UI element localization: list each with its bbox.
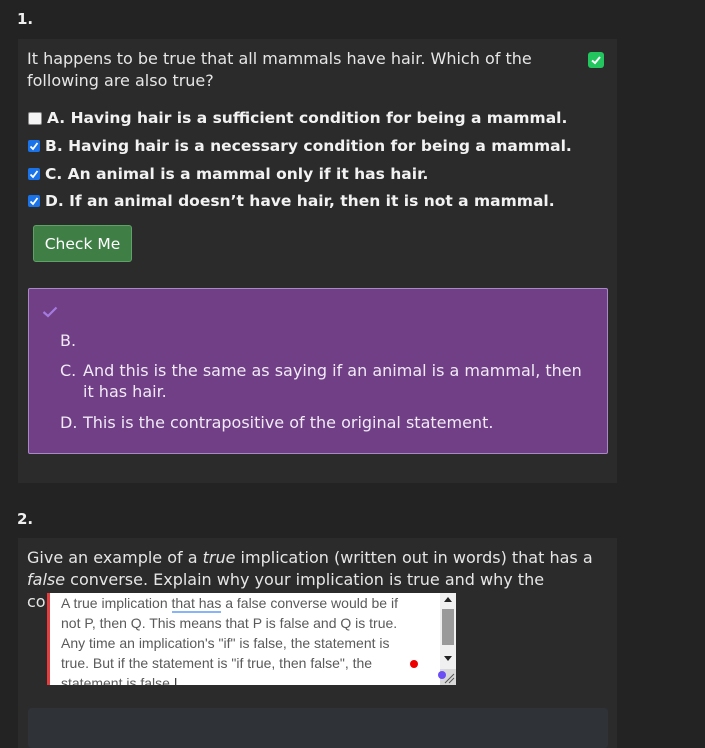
option-label: D. If an animal doesn’t have hair, then … [45,192,555,210]
checkmark-icon [591,56,601,65]
scroll-up-icon[interactable] [444,597,452,602]
question-number: 1. [17,10,34,28]
checkbox-b[interactable] [28,140,40,152]
scrollbar-thumb[interactable] [442,609,454,645]
answer-textarea[interactable]: A true implication that has a false conv… [47,593,456,685]
option-a[interactable]: A. Having hair is a sufficient condition… [28,109,567,127]
prompt-emphasis: false [27,570,66,589]
option-c[interactable]: C. An animal is a mammal only if it has … [28,165,428,183]
checkmark-icon [42,306,58,318]
option-label: C. An animal is a mammal only if it has … [45,165,429,183]
correct-badge [588,52,604,68]
feedback-text: This is the contrapositive of the origin… [83,413,494,432]
answer-segment: A true implication [61,595,172,611]
feedback-letter: D. [60,413,78,432]
recording-indicator-icon [410,660,418,668]
option-label: B. Having hair is a necessary condition … [45,137,572,155]
question-number: 2. [17,510,34,528]
option-d[interactable]: D. If an animal doesn’t have hair, then … [28,192,555,210]
check-me-button[interactable]: Check Me [33,225,132,262]
checkbox-a[interactable] [28,111,42,125]
checkbox-c[interactable] [28,168,40,180]
checkbox-d[interactable] [28,195,40,207]
feedback-panel: B. C. And this is the same as saying if … [28,288,608,454]
prompt-emphasis: true [202,548,236,567]
text-cursor: | [173,675,178,685]
feedback-letter: B. [60,331,77,350]
scroll-down-icon[interactable] [444,656,452,661]
feedback-text: And this is the same as saying if an ani… [83,361,582,401]
feedback-letter: C. [60,361,77,380]
answer-text: A true implication that has a false conv… [61,593,421,685]
prompt-text: implication (written out in words) that … [235,548,593,567]
checkmark-icon [29,142,39,151]
question-prompt: It happens to be true that all mammals h… [27,49,532,90]
option-label: A. Having hair is a sufficient condition… [47,109,568,127]
spellcheck-underline: that has [171,595,222,613]
option-b[interactable]: B. Having hair is a necessary condition … [28,137,572,155]
checkmark-icon [29,170,39,179]
checkmark-icon [29,197,39,206]
extension-indicator-icon [438,671,446,679]
prompt-text: Give an example of a [27,548,203,567]
next-panel [28,708,608,748]
